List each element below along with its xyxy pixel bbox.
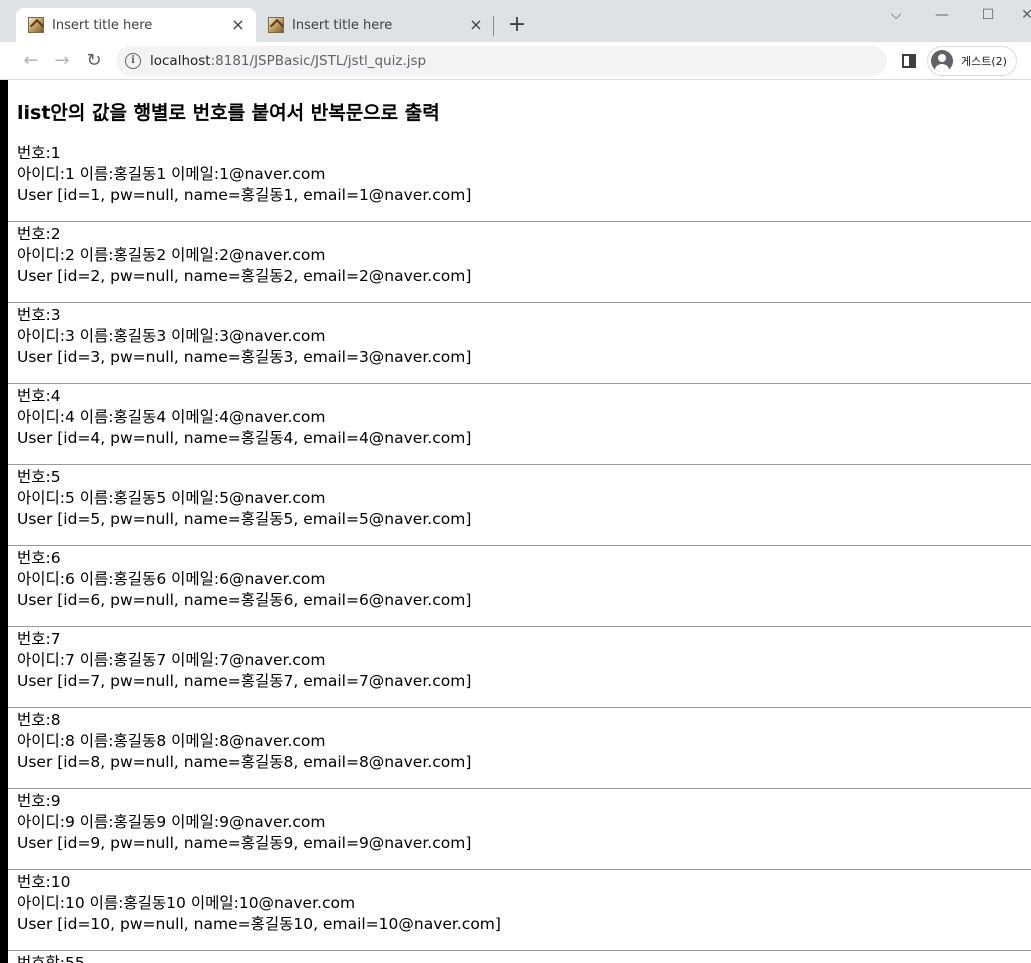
record-info: 아이디:7 이름:홍길동7 이메일:7@naver.com xyxy=(17,651,326,669)
record-num: 번호:10 xyxy=(17,873,71,891)
list-item: 번호:8 아이디:8 이름:홍길동8 이메일:8@naver.com User [i… xyxy=(8,708,1031,789)
record-info: 아이디:8 이름:홍길동8 이메일:8@naver.com xyxy=(17,732,326,750)
record-num: 번호:1 xyxy=(17,144,61,162)
url-path: :8181/JSPBasic/JSTL/jstl_quiz.jsp xyxy=(210,53,427,69)
minimize-button[interactable]: — xyxy=(932,4,952,26)
tab-title: Insert title here xyxy=(292,17,393,33)
record-info: 아이디:5 이름:홍길동5 이메일:5@naver.com xyxy=(17,489,326,507)
list-item: 번호:7 아이디:7 이름:홍길동7 이메일:7@naver.com User [i… xyxy=(8,627,1031,708)
record-user: User [id=3, pw=null, name=홍길동3, email=3@… xyxy=(17,348,472,366)
avatar-icon xyxy=(931,50,953,72)
record-num: 번호:2 xyxy=(17,225,61,243)
close-window-button[interactable]: ✕ xyxy=(1020,4,1031,26)
record-user: User [id=1, pw=null, name=홍길동1, email=1@… xyxy=(17,186,472,204)
list-item: 번호:5 아이디:5 이름:홍길동5 이메일:5@naver.com User [i… xyxy=(8,465,1031,546)
record-user: User [id=10, pw=null, name=홍길동10, email=… xyxy=(17,915,501,933)
record-num: 번호:6 xyxy=(17,549,61,567)
window-edge xyxy=(0,80,8,963)
list-item: 번호:4 아이디:4 이름:홍길동4 이메일:4@naver.com User [i… xyxy=(8,384,1031,465)
profile-button[interactable]: 게스트(2) xyxy=(927,46,1017,76)
browser-toolbar: ← → ↻ i localhost:8181/JSPBasic/JSTL/jst… xyxy=(0,42,1031,80)
back-button[interactable]: ← xyxy=(18,48,44,74)
record-num: 번호:7 xyxy=(17,630,61,648)
record-info: 아이디:2 이름:홍길동2 이메일:2@naver.com xyxy=(17,246,326,264)
tab-close-icon[interactable]: × xyxy=(226,17,250,33)
record-user: User [id=5, pw=null, name=홍길동5, email=5@… xyxy=(17,510,472,528)
page-favicon-icon xyxy=(28,17,44,33)
list-item: 번호:10 아이디:10 이름:홍길동10 이메일:10@naver.com Use… xyxy=(8,870,1031,951)
site-info-icon[interactable]: i xyxy=(125,53,141,69)
maximize-button[interactable]: ☐ xyxy=(978,4,998,26)
address-bar[interactable]: i localhost:8181/JSPBasic/JSTL/jstl_quiz… xyxy=(116,46,887,76)
side-panel-icon[interactable] xyxy=(902,54,916,68)
list-item: 번호:1 아이디:1 이름:홍길동1 이메일:1@naver.com User [i… xyxy=(8,141,1031,222)
record-user: User [id=9, pw=null, name=홍길동9, email=9@… xyxy=(17,834,472,852)
page-favicon-icon xyxy=(268,17,284,33)
record-info: 아이디:10 이름:홍길동10 이메일:10@naver.com xyxy=(17,894,356,912)
tab-strip: Insert title here × Insert title here × … xyxy=(0,0,1031,42)
page-title: list안의 값을 행별로 번호를 붙여서 반복문으로 출력 xyxy=(17,102,440,124)
list-item: 번호:9 아이디:9 이름:홍길동9 이메일:9@naver.com User [i… xyxy=(8,789,1031,870)
tab-close-icon[interactable]: × xyxy=(464,17,488,33)
tab-separator xyxy=(493,16,494,36)
record-user: User [id=2, pw=null, name=홍길동2, email=2@… xyxy=(17,267,472,285)
record-user: User [id=8, pw=null, name=홍길동8, email=8@… xyxy=(17,753,472,771)
record-num: 번호:8 xyxy=(17,711,61,729)
record-info: 아이디:6 이름:홍길동6 이메일:6@naver.com xyxy=(17,570,326,588)
record-info: 아이디:3 이름:홍길동3 이메일:3@naver.com xyxy=(17,327,326,345)
record-list: 번호:1 아이디:1 이름:홍길동1 이메일:1@naver.com User [i… xyxy=(8,141,1031,951)
url-host: localhost xyxy=(150,53,211,69)
forward-button[interactable]: → xyxy=(49,48,75,74)
record-user: User [id=7, pw=null, name=홍길동7, email=7@… xyxy=(17,672,472,690)
record-info: 아이디:4 이름:홍길동4 이메일:4@naver.com xyxy=(17,408,326,426)
tab-search-icon[interactable]: ⌵ xyxy=(886,4,906,26)
page-content: list안의 값을 행별로 번호를 붙여서 반복문으로 출력 번호:1 아이디:1… xyxy=(8,81,1031,963)
record-num: 번호:5 xyxy=(17,468,61,486)
tab-title: Insert title here xyxy=(52,17,153,33)
tab-active[interactable]: Insert title here × xyxy=(16,8,256,42)
record-info: 아이디:1 이름:홍길동1 이메일:1@naver.com xyxy=(17,165,326,183)
sum-label: 번호합:55 xyxy=(17,954,85,963)
list-item: 번호:6 아이디:6 이름:홍길동6 이메일:6@naver.com User [i… xyxy=(8,546,1031,627)
record-num: 번호:9 xyxy=(17,792,61,810)
record-num: 번호:4 xyxy=(17,387,61,405)
tab-inactive[interactable]: Insert title here × xyxy=(256,8,494,42)
record-info: 아이디:9 이름:홍길동9 이메일:9@naver.com xyxy=(17,813,326,831)
record-num: 번호:3 xyxy=(17,306,61,324)
list-item: 번호:3 아이디:3 이름:홍길동3 이메일:3@naver.com User [i… xyxy=(8,303,1031,384)
profile-label: 게스트(2) xyxy=(961,55,1007,68)
reload-button[interactable]: ↻ xyxy=(81,48,107,74)
new-tab-button[interactable]: + xyxy=(504,12,530,38)
list-item: 번호:2 아이디:2 이름:홍길동2 이메일:2@naver.com User [i… xyxy=(8,222,1031,303)
record-user: User [id=6, pw=null, name=홍길동6, email=6@… xyxy=(17,591,472,609)
record-user: User [id=4, pw=null, name=홍길동4, email=4@… xyxy=(17,429,472,447)
